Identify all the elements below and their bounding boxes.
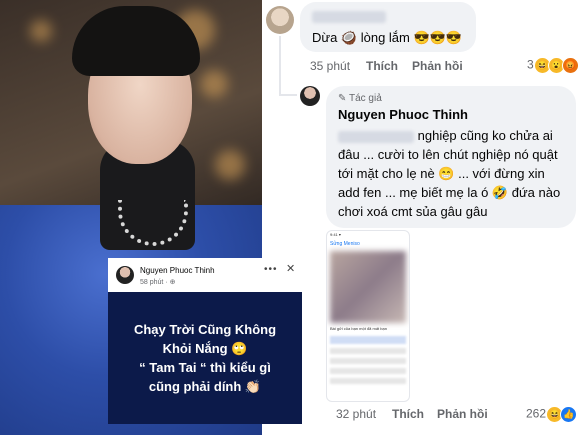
like-button[interactable]: Thích — [366, 59, 398, 73]
commenter-avatar[interactable] — [266, 6, 294, 34]
close-icon[interactable]: ✕ — [286, 262, 295, 275]
reaction-count: 3 — [527, 57, 534, 72]
like-icon: 👍 — [560, 406, 578, 423]
post-time[interactable]: 58 phút · ⊕ — [140, 278, 175, 286]
banner-line-1: Chạy Trời Cũng Không — [133, 322, 277, 337]
post-author-name[interactable]: Nguyen Phuoc Thinh — [140, 266, 215, 275]
reply-reaction-count: 262 — [526, 406, 547, 421]
facebook-post-card: Nguyen Phuoc Thinh 58 phút · ⊕ ••• ✕ Chạ… — [108, 258, 302, 424]
thread-line — [279, 36, 281, 96]
author-name[interactable]: Nguyen Phuoc Thinh — [338, 107, 468, 122]
banner-line-4: cũng phải dính 👏🏻 — [148, 379, 262, 394]
reaction-summary[interactable]: 3 😆 😮 😡 — [527, 57, 580, 74]
more-options-icon[interactable]: ••• — [264, 264, 278, 275]
post-text-banner: Chạy Trời Cũng Không Khỏi Nắng 🙄 “ Tam T… — [108, 292, 302, 424]
thread-line-curve — [279, 94, 297, 96]
reply-reaction-summary[interactable]: 262 😆 👍 — [526, 406, 578, 423]
commenter-name-blurred[interactable] — [312, 10, 386, 28]
reply-time[interactable]: 32 phút — [336, 407, 376, 421]
reply-like-button[interactable]: Thích — [392, 407, 424, 421]
post-author-avatar[interactable] — [116, 266, 134, 284]
reply-button[interactable]: Phản hồi — [412, 59, 463, 73]
banner-line-2: Khỏi Nắng 🙄 — [162, 341, 248, 356]
tagged-name-blurred[interactable] — [338, 130, 414, 143]
thumb-blurred-image — [330, 251, 406, 323]
angry-icon: 😡 — [562, 57, 580, 74]
comment-time[interactable]: 35 phút — [310, 59, 350, 73]
author-avatar[interactable] — [300, 86, 320, 106]
author-comment-text: nghiệp cũng ko chửa ai đâu ... cười to l… — [338, 128, 561, 219]
attached-screenshot[interactable]: 9:41 ▾ Sửng Meniso Bài gửi của bạn một đ… — [326, 230, 410, 402]
author-comment-bubble: ✎ Tác giả Nguyen Phuoc Thinh nghiệp cũng… — [326, 86, 576, 228]
comment-bubble: Dừa 🥥 lòng lắm 😎😎😎 — [300, 2, 476, 52]
banner-line-3: “ Tam Tai “ thì kiểu gì — [139, 360, 271, 375]
thumb-title: Sửng Meniso — [330, 241, 360, 247]
comment-text: Dừa 🥥 lòng lắm 😎😎😎 — [312, 30, 463, 45]
reply-reply-button[interactable]: Phản hồi — [437, 407, 488, 421]
author-badge: ✎ Tác giả — [338, 93, 382, 104]
thumb-caption: Bài gửi của bạn một đã mất bạn — [330, 326, 387, 331]
